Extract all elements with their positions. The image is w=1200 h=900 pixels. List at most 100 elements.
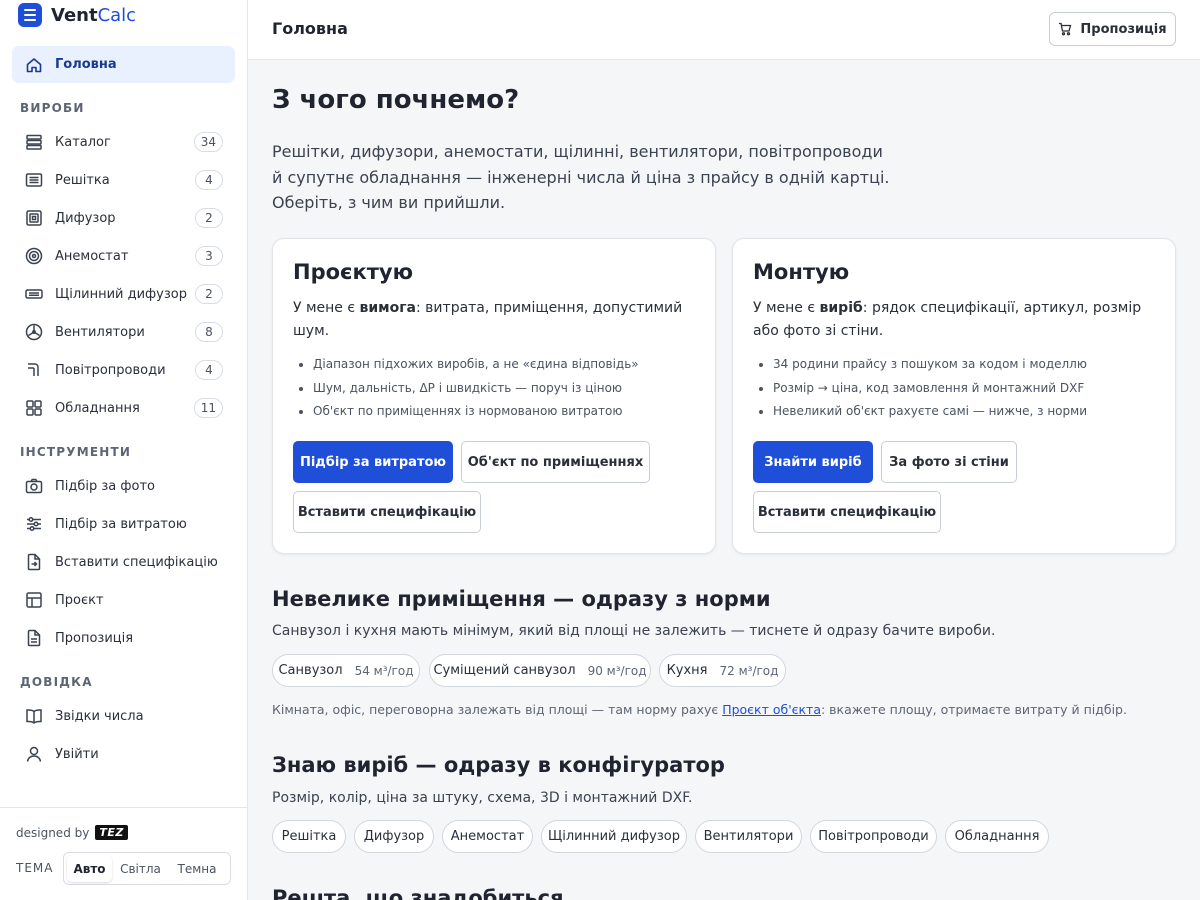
product-chip-diffuser[interactable]: Дифузор <box>354 820 434 853</box>
sidebar-section-products: ВИРОБИ <box>20 101 85 115</box>
project-link[interactable]: Проєкт об'єкта <box>722 702 821 717</box>
room-chip-combined-bathroom[interactable]: Суміщений санвузол 90 м³/год <box>429 654 651 687</box>
small-room-note: Кімната, офіс, переговорна залежать від … <box>272 702 1127 717</box>
section-subtitle-know-product: Розмір, колір, ціна за штуку, схема, 3D … <box>272 790 693 806</box>
card-title: Монтую <box>753 260 850 284</box>
sidebar-item-label: Підбір за фото <box>55 478 155 494</box>
room-chip-kitchen[interactable]: Кухня 72 м³/год <box>659 654 786 687</box>
designed-by-text: designed by <box>16 825 90 840</box>
find-product-button[interactable]: Знайти виріб <box>753 441 873 483</box>
flow-pick-button[interactable]: Підбір за витратою <box>293 441 453 483</box>
section-subtitle-small-room: Санвузол і кухня мають мінімум, який від… <box>272 623 996 639</box>
sidebar-item-home[interactable]: Головна <box>12 46 235 83</box>
sidebar-item-label: Увійти <box>55 746 99 762</box>
sidebar-item-project[interactable]: Проєкт <box>12 582 235 618</box>
sidebar-item-anemostat[interactable]: Анемостат 3 <box>12 238 235 274</box>
page-title: Головна <box>272 19 348 38</box>
sidebar-footer: designed by TEZ ТЕМА Авто Світла Темна <box>0 807 247 900</box>
sidebar-item-label: Підбір за витратою <box>55 516 187 532</box>
sidebar-item-login[interactable]: Увійти <box>12 736 235 772</box>
card-title: Проєктую <box>293 260 414 284</box>
home-icon <box>25 56 43 74</box>
layout-icon <box>25 591 43 609</box>
paste-spec-button[interactable]: Вставити специфікацію <box>293 491 481 533</box>
theme-option-light[interactable]: Світла <box>112 855 169 882</box>
card-description: У мене є виріб: рядок специфікації, арти… <box>753 300 1142 339</box>
list-item: Об'єкт по приміщеннях із нормованою витр… <box>313 400 639 424</box>
card-design: Проєктую У мене є вимога: витрата, примі… <box>272 238 716 554</box>
count-badge: 4 <box>195 170 223 190</box>
sidebar-item-paste-spec[interactable]: Вставити специфікацію <box>12 544 235 580</box>
brand-name: VentCalc <box>51 4 137 26</box>
sidebar-item-label: Головна <box>55 57 117 72</box>
room-chip-bathroom[interactable]: Санвузол 54 м³/год <box>272 654 420 687</box>
product-chip-anemostat[interactable]: Анемостат <box>442 820 533 853</box>
fan-icon <box>25 323 43 341</box>
count-badge: 2 <box>195 284 223 304</box>
anemostat-icon <box>25 247 43 265</box>
card-description: У мене є вимога: витрата, приміщення, до… <box>293 300 683 339</box>
sidebar-item-label: Проєкт <box>55 592 104 608</box>
list-item: Невеликий об'єкт рахуєте самі — нижче, з… <box>773 400 1087 424</box>
list-item: Розмір → ціна, код замовлення й монтажни… <box>773 377 1087 401</box>
camera-icon <box>25 477 43 495</box>
product-chip-ducts[interactable]: Повітропроводи <box>810 820 937 853</box>
section-title-rest: Решта, що знадобиться <box>272 886 564 900</box>
count-badge: 2 <box>195 208 223 228</box>
sidebar-item-grille[interactable]: Решітка 4 <box>12 162 235 198</box>
sidebar-item-ducts[interactable]: Повітропроводи 4 <box>12 352 235 388</box>
topbar: Головна Пропозиція <box>248 0 1200 60</box>
logo-icon <box>18 3 42 27</box>
sidebar-item-sources[interactable]: Звідки числа <box>12 698 235 734</box>
designer-logo[interactable]: TEZ <box>95 825 128 840</box>
product-chip-fans[interactable]: Вентилятори <box>695 820 802 853</box>
rooms-project-button[interactable]: Об'єкт по приміщеннях <box>461 441 650 483</box>
sidebar-item-slot-diffuser[interactable]: Щілинний дифузор 2 <box>12 276 235 312</box>
product-chip-equipment[interactable]: Обладнання <box>945 820 1049 853</box>
hero-lead-line: Решітки, дифузори, анемостати, щілинні, … <box>272 142 883 161</box>
count-badge: 11 <box>193 398 223 418</box>
list-item: Діапазон підхожих виробів, а не «єдина в… <box>313 353 639 377</box>
count-badge: 3 <box>195 246 223 266</box>
document-icon <box>25 629 43 647</box>
sidebar-item-flow-pick[interactable]: Підбір за витратою <box>12 506 235 542</box>
paste-spec-button[interactable]: Вставити специфікацію <box>753 491 941 533</box>
equipment-icon <box>25 399 43 417</box>
sidebar-item-label: Пропозиція <box>55 630 134 646</box>
sidebar-item-label: Повітропроводи <box>55 362 166 378</box>
sidebar-section-tools: ІНСТРУМЕНТИ <box>20 445 132 459</box>
list-item: 34 родини прайсу з пошуком за кодом і мо… <box>773 353 1087 377</box>
card-bullets: 34 родини прайсу з пошуком за кодом і мо… <box>773 353 1087 424</box>
offer-button[interactable]: Пропозиція <box>1049 12 1176 46</box>
diffuser-icon <box>25 209 43 227</box>
slot-diffuser-icon <box>25 285 43 303</box>
duct-icon <box>25 361 43 379</box>
file-import-icon <box>25 553 43 571</box>
theme-option-dark[interactable]: Темна <box>169 855 225 882</box>
hero-lead: Решітки, дифузори, анемостати, щілинні, … <box>272 139 890 216</box>
sidebar: VentCalc Головна ВИРОБИ Каталог 34 Решіт… <box>0 0 248 900</box>
theme-option-auto[interactable]: Авто <box>67 855 112 882</box>
sidebar-item-equipment[interactable]: Обладнання 11 <box>12 390 235 426</box>
card-install: Монтую У мене є виріб: рядок специфікаці… <box>732 238 1176 554</box>
sidebar-item-label: Каталог <box>55 134 111 150</box>
sidebar-item-label: Звідки числа <box>55 708 144 724</box>
section-title-know-product: Знаю виріб — одразу в конфігуратор <box>272 753 725 777</box>
count-badge: 8 <box>195 322 223 342</box>
hero-lead-line: Оберіть, з чим ви прийшли. <box>272 193 506 212</box>
count-badge: 4 <box>195 360 223 380</box>
sidebar-item-catalog[interactable]: Каталог 34 <box>12 124 235 160</box>
sidebar-item-offer[interactable]: Пропозиція <box>12 620 235 656</box>
sidebar-item-photo-pick[interactable]: Підбір за фото <box>12 468 235 504</box>
app: VentCalc Головна ВИРОБИ Каталог 34 Решіт… <box>0 0 1200 900</box>
product-chip-grille[interactable]: Решітка <box>272 820 346 853</box>
sidebar-item-label: Обладнання <box>55 400 140 416</box>
sidebar-item-fans[interactable]: Вентилятори 8 <box>12 314 235 350</box>
product-chip-slot-diffuser[interactable]: Щілинний дифузор <box>541 820 687 853</box>
cart-icon <box>1058 22 1072 36</box>
sidebar-item-diffuser[interactable]: Дифузор 2 <box>12 200 235 236</box>
sidebar-item-label: Щілинний дифузор <box>55 286 187 302</box>
photo-pick-button[interactable]: За фото зі стіни <box>881 441 1017 483</box>
brand-logo[interactable]: VentCalc <box>18 2 136 28</box>
sidebar-item-label: Анемостат <box>55 248 129 264</box>
